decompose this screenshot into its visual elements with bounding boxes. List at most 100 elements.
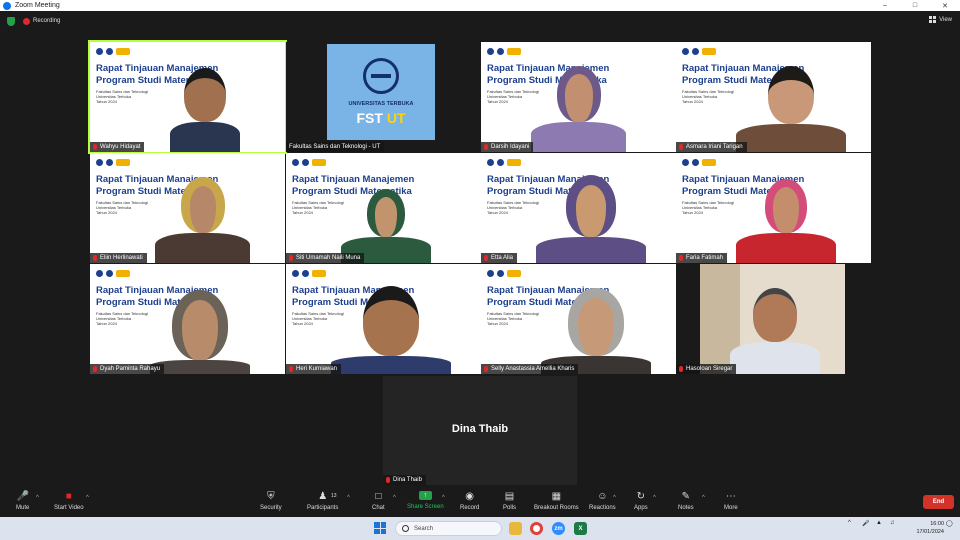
share-screen-button[interactable]: ↑ Share Screen (407, 491, 444, 510)
microphone-icon: 🎤 (16, 490, 29, 502)
file-explorer-icon[interactable] (509, 522, 522, 535)
video-tile[interactable]: Rapat Tinjauan Manajemen Program Studi M… (90, 264, 285, 374)
meeting-controls-bar: 🎤 Mute ^ ■ Start Video ^ ⛨ Security ♟ Pa… (0, 487, 960, 517)
recording-label: Recording (33, 18, 61, 24)
view-button[interactable]: View (929, 16, 952, 23)
participant-name-label: Hasoloan Siregar (676, 364, 737, 374)
meeting-info-bar: Recording View (0, 11, 960, 31)
close-button[interactable]: ✕ (930, 0, 960, 11)
participant-name-label: Eliin Herlinawati (90, 253, 147, 263)
participant-name-label: Asmara Iriani Tarigan (676, 142, 747, 152)
chat-options-caret[interactable]: ^ (393, 495, 396, 501)
taskbar-clock[interactable]: 16:00 17/01/2024 (906, 520, 944, 536)
zoom-meeting-window: Zoom Meeting – □ ✕ Recording View Rapat … (0, 0, 960, 540)
mute-button[interactable]: 🎤 Mute (16, 490, 29, 512)
participant-video (736, 179, 836, 263)
microphone-tray-icon[interactable]: 🎤 (862, 520, 869, 527)
video-tile[interactable]: Rapat Tinjauan Manajemen Program Studi M… (676, 153, 871, 263)
zoom-app-icon[interactable]: zm (552, 522, 565, 535)
muted-mic-icon (386, 477, 390, 483)
more-icon: ⋯ (725, 490, 736, 502)
video-tile[interactable]: UNIVERSITAS TERBUKA FST UT Fakultas Sain… (286, 42, 481, 152)
participant-name-label: Etta Alia (481, 253, 518, 263)
participant-name-label: Wahyu Hidayat (90, 142, 145, 152)
participants-count: 13 (331, 493, 337, 499)
participant-video (150, 290, 250, 374)
muted-mic-icon (484, 255, 488, 261)
participant-name-label: Dina Thaib (383, 475, 426, 485)
video-tile[interactable]: Rapat Tinjauan Manajemen Program Studi M… (481, 42, 676, 152)
grid-view-icon (929, 16, 937, 23)
muted-mic-icon (289, 366, 293, 372)
notes-options-caret[interactable]: ^ (702, 495, 705, 501)
network-icon[interactable]: ▲ (876, 520, 882, 526)
video-tile[interactable]: Rapat Tinjauan Manajemen Program Studi M… (286, 153, 481, 263)
windows-start-icon[interactable] (374, 522, 386, 534)
participant-name-label: Faria Fatimah (676, 253, 728, 263)
video-tile[interactable]: Rapat Tinjauan Manajemen Program Studi M… (90, 153, 285, 263)
video-tile[interactable]: Hasoloan Siregar (676, 264, 871, 374)
participant-video (341, 189, 431, 263)
muted-mic-icon (289, 255, 293, 261)
notes-icon: ✎ (681, 490, 691, 502)
apps-options-caret[interactable]: ^ (653, 495, 656, 501)
share-screen-icon: ↑ (418, 491, 432, 500)
participant-video (541, 288, 651, 374)
audio-options-caret[interactable]: ^ (36, 495, 39, 501)
search-placeholder: Search (414, 525, 434, 532)
muted-mic-icon (679, 366, 683, 372)
muted-mic-icon (679, 144, 683, 150)
participants-options-caret[interactable]: ^ (347, 495, 350, 501)
chrome-icon[interactable] (530, 522, 543, 535)
encryption-shield-icon[interactable] (7, 16, 15, 26)
recording-icon (23, 17, 30, 25)
video-tile[interactable]: Rapat Tinjauan Manajemen Program Studi M… (481, 264, 676, 374)
chat-button[interactable]: □ Chat (372, 491, 385, 512)
video-off-tile[interactable]: Dina Thaib Dina Thaib (383, 376, 577, 485)
muted-mic-icon (484, 366, 488, 372)
breakout-rooms-button[interactable]: ▦ Breakout Rooms (534, 490, 579, 512)
video-tile[interactable]: Rapat Tinjauan Manajemen Program Studi M… (481, 153, 676, 263)
share-options-caret[interactable]: ^ (442, 495, 445, 501)
volume-icon[interactable]: ♫ (890, 520, 895, 526)
breakout-rooms-icon: ▦ (551, 490, 562, 502)
minimize-button[interactable]: – (870, 0, 900, 11)
polls-button[interactable]: ▤ Polls (503, 490, 516, 512)
polls-icon: ▤ (504, 490, 515, 502)
view-label: View (939, 16, 952, 23)
tray-chevron-icon[interactable]: ^ (848, 520, 851, 526)
video-options-caret[interactable]: ^ (86, 495, 89, 501)
maximize-button[interactable]: □ (900, 0, 930, 11)
end-meeting-button[interactable]: End (923, 495, 954, 509)
reactions-icon: ☺ (597, 490, 608, 502)
camera-feed (700, 264, 845, 374)
reactions-button[interactable]: ☺ Reactions (589, 490, 616, 512)
title-bar: Zoom Meeting – □ ✕ (0, 0, 960, 11)
muted-mic-icon (93, 366, 97, 372)
video-tile[interactable]: Rapat Tinjauan Manajemen Program Studi M… (88, 40, 287, 154)
more-button[interactable]: ⋯ More (724, 490, 738, 512)
participant-video (536, 175, 646, 263)
taskbar-search-input[interactable]: Search (395, 521, 502, 536)
security-button[interactable]: ⛨ Security (260, 490, 282, 512)
excel-icon[interactable]: X (574, 522, 587, 535)
fst-ut-logo: UNIVERSITAS TERBUKA FST UT (327, 44, 435, 140)
ut-emblem-icon (363, 58, 399, 94)
notes-button[interactable]: ✎ Notes (678, 490, 694, 512)
participant-video (170, 68, 240, 152)
apps-icon: ↻ (636, 490, 646, 502)
record-button[interactable]: ◉ Record (460, 491, 479, 512)
video-tile[interactable]: Rapat Tinjauan Manajemen Program Studi M… (676, 42, 871, 152)
video-tile[interactable]: Rapat Tinjauan Manajemen Program Studi M… (286, 264, 481, 374)
window-title: Zoom Meeting (15, 2, 60, 9)
muted-mic-icon (484, 144, 488, 150)
participant-video (531, 66, 626, 152)
video-off-icon: ■ (65, 490, 72, 502)
participant-name-label: Siti Umamah Naili Muna (286, 253, 365, 263)
apps-button[interactable]: ↻ Apps (634, 490, 648, 512)
shield-icon: ⛨ (267, 490, 275, 502)
start-video-button[interactable]: ■ Start Video (54, 490, 84, 512)
participant-name-label: Selly Anastassia Amellia Kharis (481, 364, 579, 374)
notifications-bell-icon[interactable]: ◯ (946, 520, 953, 527)
reactions-options-caret[interactable]: ^ (613, 495, 616, 501)
